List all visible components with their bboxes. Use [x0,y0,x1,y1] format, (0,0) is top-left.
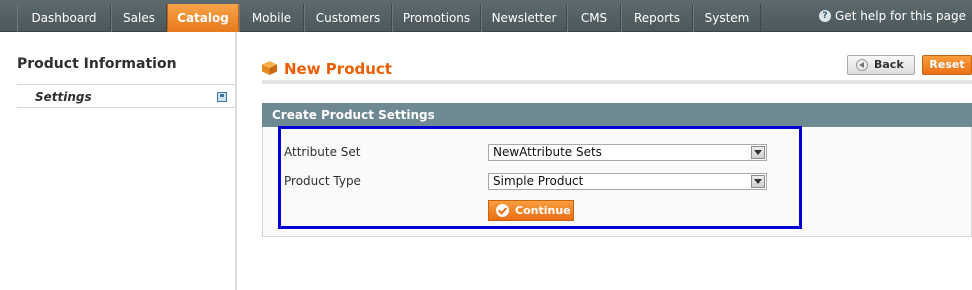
nav-promotions[interactable]: Promotions [392,4,481,32]
chevron-down-icon [751,175,765,188]
page-title: New Product [284,60,392,78]
sidebar: Product Information Settings [0,32,237,290]
back-button[interactable]: Back [847,55,915,75]
check-icon [496,204,509,217]
nav-mobile[interactable]: Mobile [239,4,304,32]
save-icon [217,92,227,102]
section-header: Create Product Settings [262,103,972,127]
help-link[interactable]: ? Get help for this page [819,9,966,23]
sidebar-title: Product Information [17,56,177,72]
attribute-set-label: Attribute Set [284,145,361,159]
sidebar-item-label: Settings [35,90,92,104]
box-icon [262,61,277,75]
attribute-set-select[interactable]: NewAttribute Sets [488,144,767,161]
nav-catalog[interactable]: Catalog [167,4,239,32]
product-type-label: Product Type [284,174,361,188]
continue-label: Continue [515,204,571,217]
chevron-down-icon [751,146,765,159]
sidebar-item-settings[interactable]: Settings [17,84,235,108]
nav-system[interactable]: System [693,4,761,32]
product-type-value: Simple Product [493,174,584,188]
help-icon: ? [819,10,832,22]
top-navigation: Dashboard Sales Catalog Mobile Customers… [0,0,972,32]
attribute-set-value: NewAttribute Sets [493,145,602,159]
nav-cms[interactable]: CMS [567,4,621,32]
nav-newsletter[interactable]: Newsletter [481,4,567,32]
nav-customers[interactable]: Customers [304,4,392,32]
back-label: Back [874,58,904,71]
page-header: New Product Back Reset [262,52,972,84]
back-arrow-icon [856,59,868,71]
help-label: Get help for this page [835,9,966,23]
product-type-select[interactable]: Simple Product [488,173,767,190]
nav-dashboard[interactable]: Dashboard [17,4,111,32]
nav-sales[interactable]: Sales [111,4,167,32]
continue-button[interactable]: Continue [488,200,574,221]
reset-button[interactable]: Reset [922,55,972,75]
nav-reports[interactable]: Reports [621,4,693,32]
